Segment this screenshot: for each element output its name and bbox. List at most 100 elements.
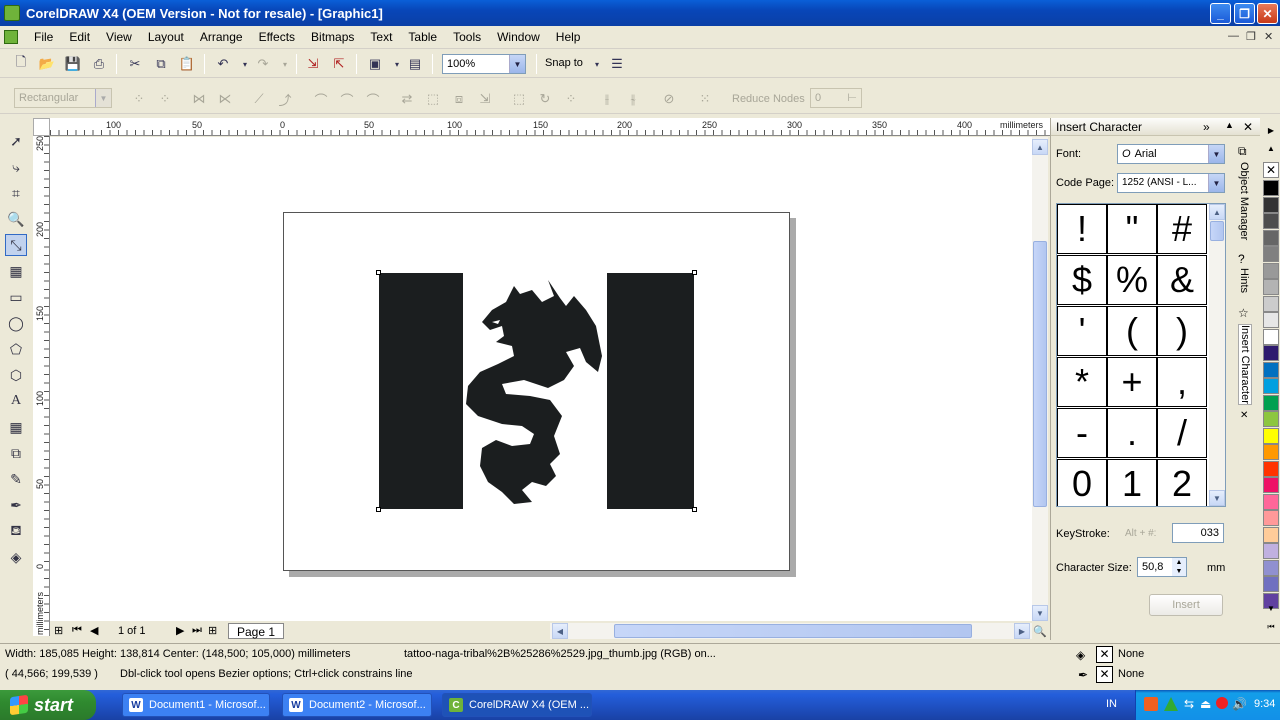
undo-dropdown-icon[interactable]: ▾ xyxy=(236,55,254,73)
scroll-right-icon[interactable]: ▶ xyxy=(1014,623,1030,639)
page-tab[interactable]: Page 1 xyxy=(228,623,285,639)
color-swatch[interactable] xyxy=(1263,510,1279,526)
new-icon[interactable]: 🗋 xyxy=(12,54,30,73)
tray-safely-remove-icon[interactable]: ⏏ xyxy=(1200,697,1211,711)
charsize-field[interactable]: 50,8 ▲ ▼ xyxy=(1137,557,1187,577)
text-tool-icon[interactable]: A xyxy=(5,390,27,412)
char-cell[interactable]: * xyxy=(1057,357,1107,407)
horizontal-ruler[interactable]: 100 50 0 50 100 150 200 250 300 350 400 … xyxy=(50,118,1050,136)
menu-layout[interactable]: Layout xyxy=(140,30,192,44)
color-swatch[interactable] xyxy=(1263,444,1279,460)
application-launcher-icon[interactable]: ▣ xyxy=(366,55,384,73)
tray-app-icon[interactable] xyxy=(1144,697,1158,711)
char-cell[interactable]: / xyxy=(1157,408,1207,458)
selection-handle[interactable] xyxy=(376,507,381,512)
bezier-tool-icon[interactable]: ⤡ xyxy=(5,234,27,256)
selection-handle[interactable] xyxy=(692,507,697,512)
scroll-down-icon[interactable]: ▼ xyxy=(1032,605,1048,621)
color-swatch[interactable] xyxy=(1263,493,1279,510)
color-swatch[interactable] xyxy=(1263,477,1279,493)
outline-pen-icon[interactable]: ✒ xyxy=(1078,668,1088,682)
font-dropdown-icon[interactable]: ▼ xyxy=(1208,145,1224,163)
doc-close-button[interactable]: ✕ xyxy=(1264,30,1273,43)
color-swatch[interactable] xyxy=(1263,180,1279,196)
table-tool-icon[interactable]: ▦ xyxy=(5,416,27,438)
char-cell[interactable]: ! xyxy=(1057,204,1107,254)
eyedropper-tool-icon[interactable]: ✎ xyxy=(5,468,27,490)
last-page-icon[interactable]: ⏭ xyxy=(192,624,202,637)
options-icon[interactable]: ☰ xyxy=(608,55,626,73)
color-swatch[interactable] xyxy=(1263,246,1279,262)
no-color-swatch[interactable]: ✕ xyxy=(1263,162,1279,178)
doc-minimize-button[interactable]: — xyxy=(1228,30,1239,42)
color-swatch[interactable] xyxy=(1263,411,1279,427)
palette-scroll-down-icon[interactable]: ▼ xyxy=(1263,604,1279,618)
color-swatch[interactable] xyxy=(1263,229,1279,246)
tray-volume-icon[interactable]: 🔊 xyxy=(1232,697,1247,711)
ellipse-tool-icon[interactable]: ◯ xyxy=(5,312,27,334)
snap-dropdown-icon[interactable]: ▾ xyxy=(588,55,606,73)
smart-fill-tool-icon[interactable]: ▦ xyxy=(5,260,27,282)
menu-text[interactable]: Text xyxy=(362,30,400,44)
charsize-spinner-icon[interactable]: ▲ ▼ xyxy=(1172,558,1186,576)
char-cell[interactable]: # xyxy=(1157,204,1207,254)
palette-scroll-up-icon[interactable]: ▲ xyxy=(1263,144,1279,158)
char-cell[interactable]: ) xyxy=(1157,306,1207,356)
insert-button[interactable]: Insert xyxy=(1149,594,1223,616)
docker-close-icon[interactable]: ✕ xyxy=(1243,120,1253,134)
vertical-scrollbar[interactable]: ▲ ▼ xyxy=(1032,137,1048,621)
codepage-dropdown-icon[interactable]: ▼ xyxy=(1208,174,1224,192)
menu-edit[interactable]: Edit xyxy=(61,30,98,44)
tray-security-icon[interactable] xyxy=(1216,697,1228,709)
char-cell[interactable]: & xyxy=(1157,255,1207,305)
color-swatch[interactable] xyxy=(1263,328,1279,345)
color-swatch[interactable] xyxy=(1263,543,1279,559)
color-swatch[interactable] xyxy=(1263,427,1279,444)
launcher-dropdown-icon[interactable]: ▾ xyxy=(388,55,406,73)
char-cell[interactable]: + xyxy=(1107,357,1157,407)
print-icon[interactable]: ⎙ xyxy=(90,55,108,73)
first-page-icon[interactable]: ⏮ xyxy=(72,624,82,637)
scroll-left-icon[interactable]: ◀ xyxy=(552,623,568,639)
interactive-blend-tool-icon[interactable]: ⧉ xyxy=(5,442,27,464)
char-cell[interactable]: 2 xyxy=(1157,459,1207,506)
selection-handle[interactable] xyxy=(376,270,381,275)
welcome-screen-icon[interactable]: ▤ xyxy=(406,55,424,73)
font-select[interactable]: O Arial ▼ xyxy=(1117,144,1225,164)
char-grid-scrollbar[interactable]: ▲ ▼ xyxy=(1209,204,1225,506)
language-indicator[interactable]: IN xyxy=(1106,698,1117,710)
color-swatch[interactable] xyxy=(1263,213,1279,229)
color-swatch[interactable] xyxy=(1263,295,1279,312)
document-icon[interactable] xyxy=(4,30,18,44)
paste-icon[interactable]: 📋 xyxy=(178,55,196,73)
tab-object-manager[interactable]: Object Manager xyxy=(1238,162,1250,240)
fill-tool-icon[interactable]: ⛾ xyxy=(5,520,27,542)
color-swatch[interactable] xyxy=(1263,394,1279,411)
char-cell[interactable]: 1 xyxy=(1107,459,1157,506)
ruler-origin[interactable] xyxy=(33,118,50,136)
next-page-icon[interactable]: ▶ xyxy=(176,624,184,637)
menu-bitmaps[interactable]: Bitmaps xyxy=(303,30,362,44)
outline-none-swatch-icon[interactable]: ✕ xyxy=(1096,666,1113,683)
selection-handle[interactable] xyxy=(692,270,697,275)
menu-help[interactable]: Help xyxy=(548,30,589,44)
tab-insert-character[interactable]: Insert Character xyxy=(1238,324,1252,405)
codepage-select[interactable]: 1252 (ANSI - L... ▼ xyxy=(1117,173,1225,193)
tab-close-icon[interactable]: ✕ xyxy=(1240,410,1248,421)
color-swatch[interactable] xyxy=(1263,460,1279,477)
hints-icon[interactable]: ? xyxy=(1238,252,1245,266)
prev-page-icon[interactable]: ◀ xyxy=(90,624,98,637)
char-cell[interactable]: , xyxy=(1157,357,1207,407)
doc-restore-button[interactable]: ❐ xyxy=(1246,30,1256,43)
cut-icon[interactable]: ✂ xyxy=(126,55,144,73)
rectangle-tool-icon[interactable]: ▭ xyxy=(5,286,27,308)
undo-icon[interactable]: ↶ xyxy=(214,55,232,73)
menu-tools[interactable]: Tools xyxy=(445,30,489,44)
color-swatch[interactable] xyxy=(1263,526,1279,543)
docker-expand-icon[interactable]: » xyxy=(1203,120,1210,134)
import-icon[interactable]: ⇲ xyxy=(304,55,322,73)
char-cell[interactable]: " xyxy=(1107,204,1157,254)
task-document2[interactable]: W Document2 - Microsof... xyxy=(282,693,432,717)
start-button[interactable]: start xyxy=(0,690,96,720)
tray-drive-icon[interactable] xyxy=(1164,697,1178,711)
